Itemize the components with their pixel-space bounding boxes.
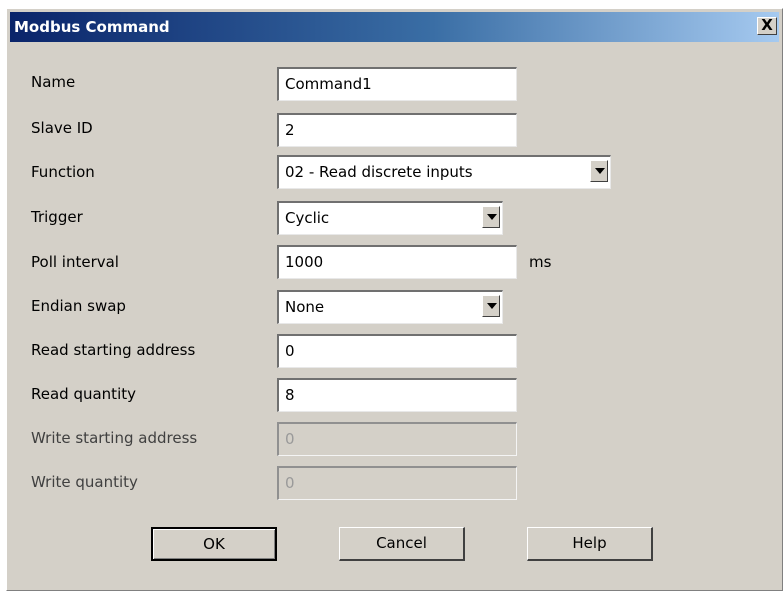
read-start-label: Read starting address: [31, 341, 196, 359]
trigger-select[interactable]: Cyclic: [277, 201, 503, 235]
write-start-input: 0: [277, 422, 517, 456]
trigger-value: Cyclic: [285, 209, 330, 227]
function-value: 02 - Read discrete inputs: [285, 163, 473, 181]
close-icon: X: [761, 16, 773, 34]
window-title: Modbus Command: [14, 18, 170, 36]
function-label: Function: [31, 163, 95, 181]
name-label: Name: [31, 73, 76, 91]
read-quantity-label: Read quantity: [31, 385, 136, 403]
write-quantity-input: 0: [277, 466, 517, 500]
name-input[interactable]: Command1: [277, 67, 517, 101]
write-quantity-label: Write quantity: [31, 473, 138, 491]
endian-swap-select[interactable]: None: [277, 290, 503, 324]
close-button[interactable]: X: [757, 17, 777, 35]
poll-interval-input[interactable]: 1000: [277, 245, 517, 279]
poll-interval-label: Poll interval: [31, 253, 119, 271]
slave-id-input[interactable]: 2: [277, 113, 517, 147]
chevron-down-icon[interactable]: [482, 206, 500, 228]
cancel-button[interactable]: Cancel: [339, 527, 465, 561]
endian-swap-label: Endian swap: [31, 297, 126, 315]
title-bar[interactable]: Modbus Command X: [10, 12, 779, 42]
trigger-label: Trigger: [31, 208, 83, 226]
chevron-down-icon[interactable]: [590, 160, 608, 182]
function-select[interactable]: 02 - Read discrete inputs: [277, 155, 611, 189]
slave-id-label: Slave ID: [31, 119, 93, 137]
ok-button[interactable]: OK: [151, 527, 277, 561]
poll-interval-unit: ms: [529, 253, 552, 271]
help-button[interactable]: Help: [527, 527, 653, 561]
read-start-input[interactable]: 0: [277, 334, 517, 368]
endian-swap-value: None: [285, 298, 325, 316]
write-start-label: Write starting address: [31, 429, 198, 447]
modbus-command-dialog: Modbus Command X Name Command1 Slave ID …: [6, 8, 783, 591]
read-quantity-input[interactable]: 8: [277, 378, 517, 412]
chevron-down-icon[interactable]: [482, 295, 500, 317]
